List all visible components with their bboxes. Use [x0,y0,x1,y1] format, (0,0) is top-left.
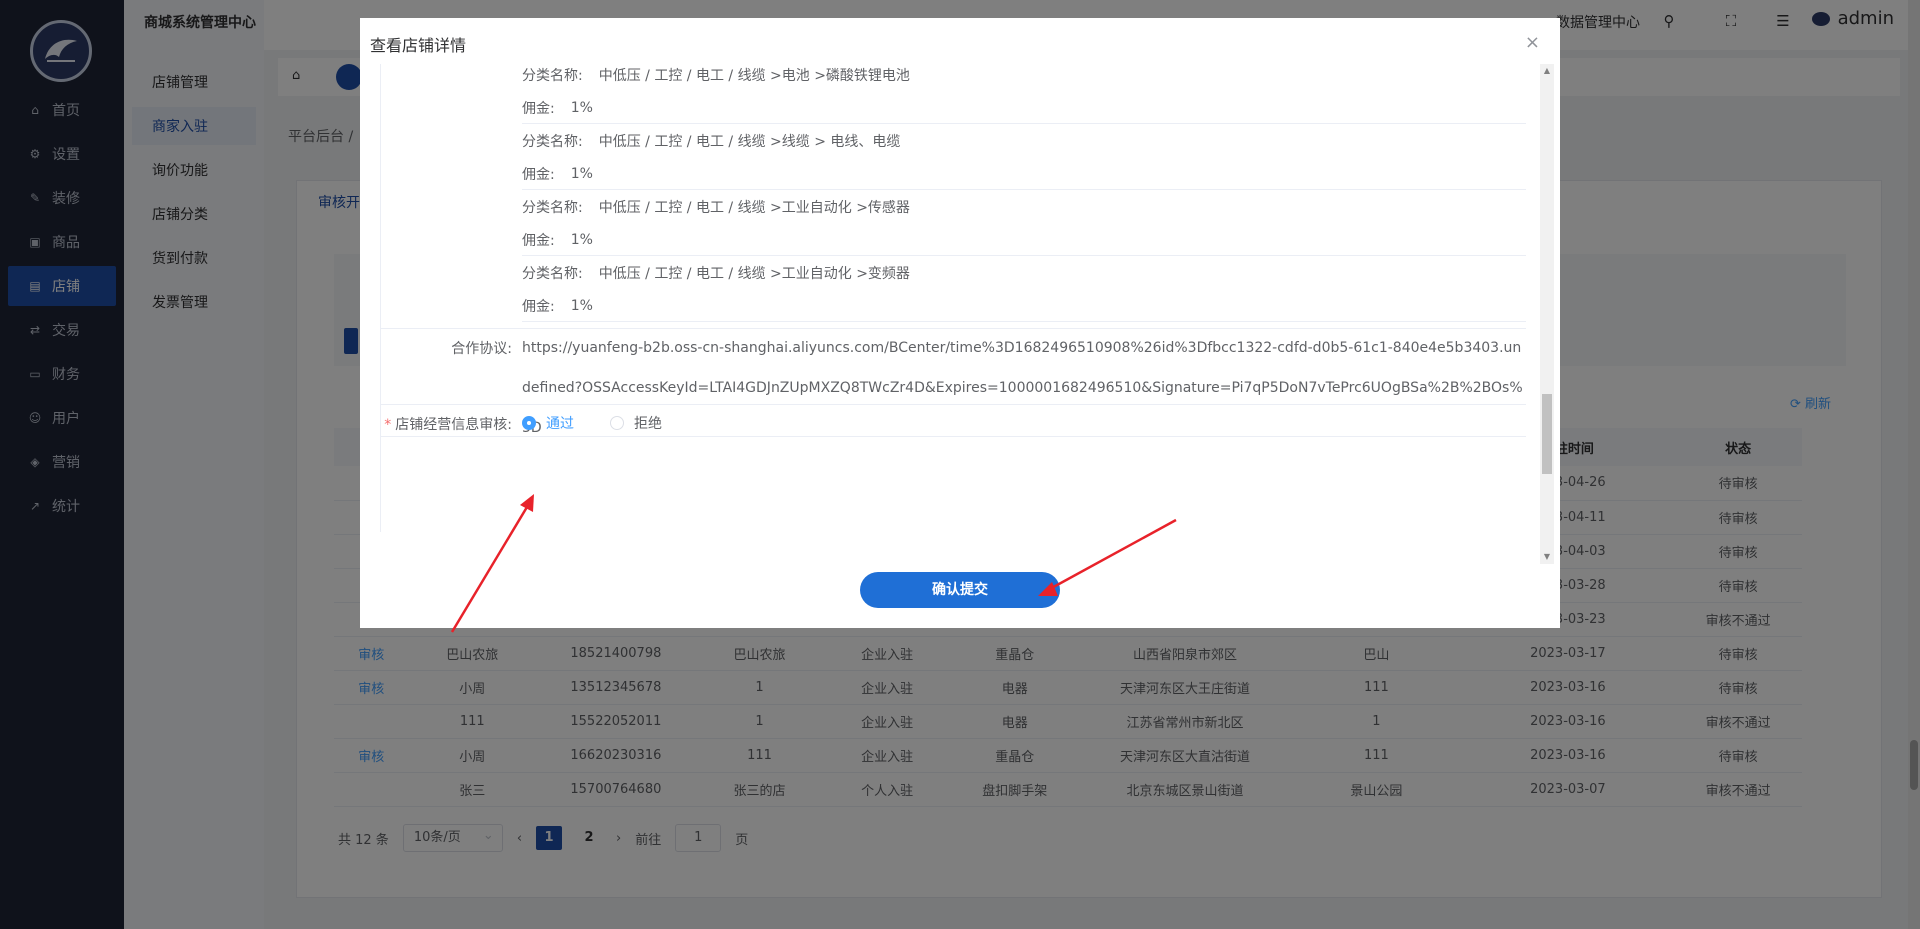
commission-label: 佣金: [522,232,555,249]
commission-line: 佣金: 1% [522,289,1526,322]
audit-label-text: 店铺经营信息审核: [395,417,512,433]
category-name: 中低压 / 工控 / 电工 / 线缆 >工业自动化 >传感器 [598,199,910,216]
dialog-scrollbar-thumb[interactable] [1542,394,1552,474]
category-name-line: 分类名称: 中低压 / 工控 / 电工 / 线缆 >工业自动化 >变频器 [522,256,1526,289]
commission-value: 1% [570,165,593,182]
radio-pass-label: 通过 [546,416,574,432]
radio-dot [522,416,536,430]
radio-reject-label: 拒绝 [634,416,662,432]
category-name-line: 分类名称: 中低压 / 工控 / 电工 / 线缆 >电池 >磷酸铁锂电池 [522,64,1526,91]
category-name-line: 分类名称: 中低压 / 工控 / 电工 / 线缆 >线缆 > 电线、电缆 [522,124,1526,157]
radio-pass[interactable]: 通过 [522,413,574,433]
store-detail-dialog: 查看店铺详情 × 分类名称: 中低压 / 工控 / 电工 / 线缆 >电池 >磷酸… [360,18,1560,628]
commission-value: 1% [570,99,593,116]
category-name: 中低压 / 工控 / 电工 / 线缆 >电池 >磷酸铁锂电池 [598,67,910,84]
scroll-up-icon[interactable]: ▲ [1542,66,1552,76]
category-name-label: 分类名称: [522,133,583,150]
divider [380,404,1526,405]
commission-label: 佣金: [522,298,555,315]
category-block: 分类名称: 中低压 / 工控 / 电工 / 线缆 >线缆 > 电线、电缆佣金: 1% [522,124,1526,190]
category-block: 分类名称: 中低压 / 工控 / 电工 / 线缆 >电池 >磷酸铁锂电池佣金: 1% [522,64,1526,124]
category-name-label: 分类名称: [522,265,583,282]
dialog-body: 分类名称: 中低压 / 工控 / 电工 / 线缆 >电池 >磷酸铁锂电池佣金: 1%… [380,64,1526,532]
radio-dot [610,416,624,430]
agreement-label: 合作协议: [451,341,512,357]
commission-value: 1% [570,297,593,314]
category-name: 中低压 / 工控 / 电工 / 线缆 >工业自动化 >变频器 [598,265,910,282]
commission-line: 佣金: 1% [522,157,1526,190]
divider [380,436,1526,437]
category-name: 中低压 / 工控 / 电工 / 线缆 >线缆 > 电线、电缆 [598,133,901,150]
dialog-title: 查看店铺详情 [370,36,467,55]
commission-value: 1% [570,231,593,248]
audit-label: * 店铺经营信息审核: [380,414,512,434]
category-block: 分类名称: 中低压 / 工控 / 电工 / 线缆 >工业自动化 >变频器佣金: 1% [522,256,1526,322]
category-name-label: 分类名称: [522,199,583,216]
radio-reject[interactable]: 拒绝 [610,413,662,433]
audit-radio-group: 通过 拒绝 [522,413,698,433]
required-mark: * [384,417,392,433]
commission-line: 佣金: 1% [522,223,1526,256]
dialog-scrollbar[interactable]: ▲ ▼ [1540,64,1554,564]
commission-label: 佣金: [522,100,555,117]
commission-line: 佣金: 1% [522,91,1526,124]
scroll-down-icon[interactable]: ▼ [1542,552,1552,562]
confirm-submit-button[interactable]: 确认提交 [860,572,1060,608]
commission-label: 佣金: [522,166,555,183]
close-icon[interactable]: × [1525,32,1540,53]
category-block: 分类名称: 中低压 / 工控 / 电工 / 线缆 >工业自动化 >传感器佣金: 1% [522,190,1526,256]
category-name-label: 分类名称: [522,67,583,84]
form-border [380,64,381,532]
category-name-line: 分类名称: 中低压 / 工控 / 电工 / 线缆 >工业自动化 >传感器 [522,190,1526,223]
